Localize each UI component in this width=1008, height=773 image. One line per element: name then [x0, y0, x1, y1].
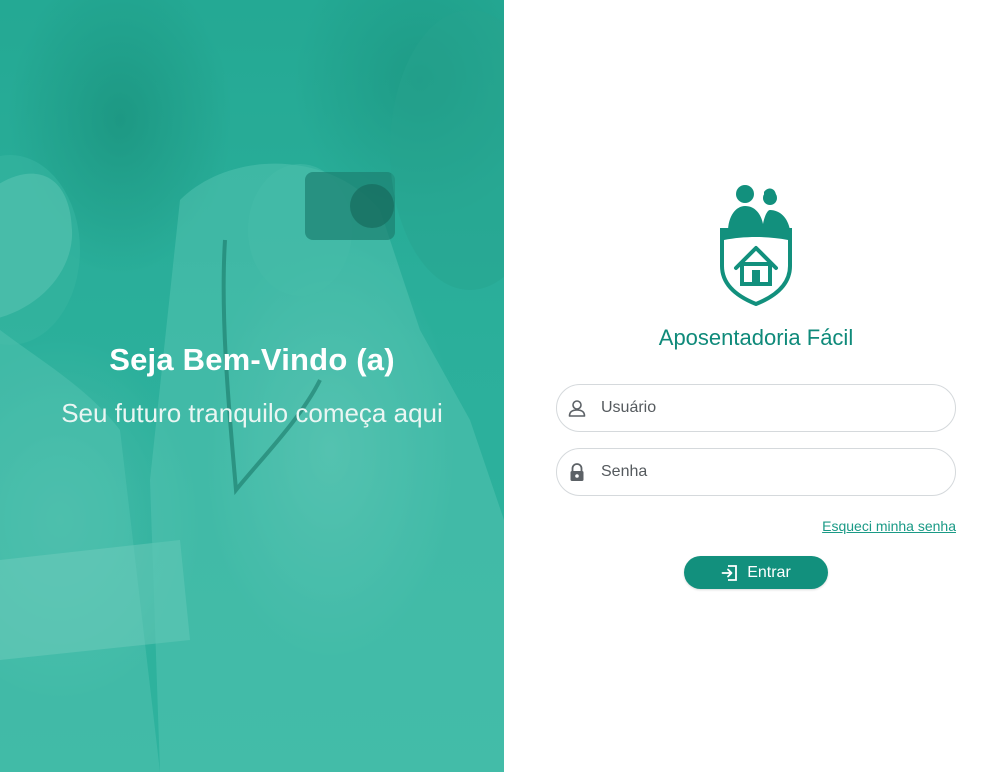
username-field[interactable]: [556, 384, 956, 432]
password-input[interactable]: [601, 463, 921, 481]
brand-name: Aposentadoria Fácil: [658, 325, 854, 350]
user-icon: [567, 398, 587, 418]
login-panel: Aposentadoria Fácil Esqueci minha senha: [504, 0, 1008, 773]
hero-subtitle: Seu futuro tranquilo começa aqui: [61, 398, 443, 428]
hero-panel: Seja Bem-Vindo (a) Seu futuro tranquilo …: [0, 0, 504, 772]
login-button[interactable]: Entrar: [684, 556, 828, 589]
login-icon: [721, 564, 739, 582]
shield-couple-house-icon: [720, 185, 792, 306]
username-input[interactable]: [601, 399, 921, 417]
hero-title: Seja Bem-Vindo (a): [109, 342, 395, 377]
lock-icon: [567, 462, 587, 482]
login-button-label: Entrar: [747, 563, 791, 581]
password-field[interactable]: [556, 448, 956, 496]
hero-overlay: [0, 0, 504, 772]
forgot-password-link[interactable]: Esqueci minha senha: [822, 518, 956, 534]
